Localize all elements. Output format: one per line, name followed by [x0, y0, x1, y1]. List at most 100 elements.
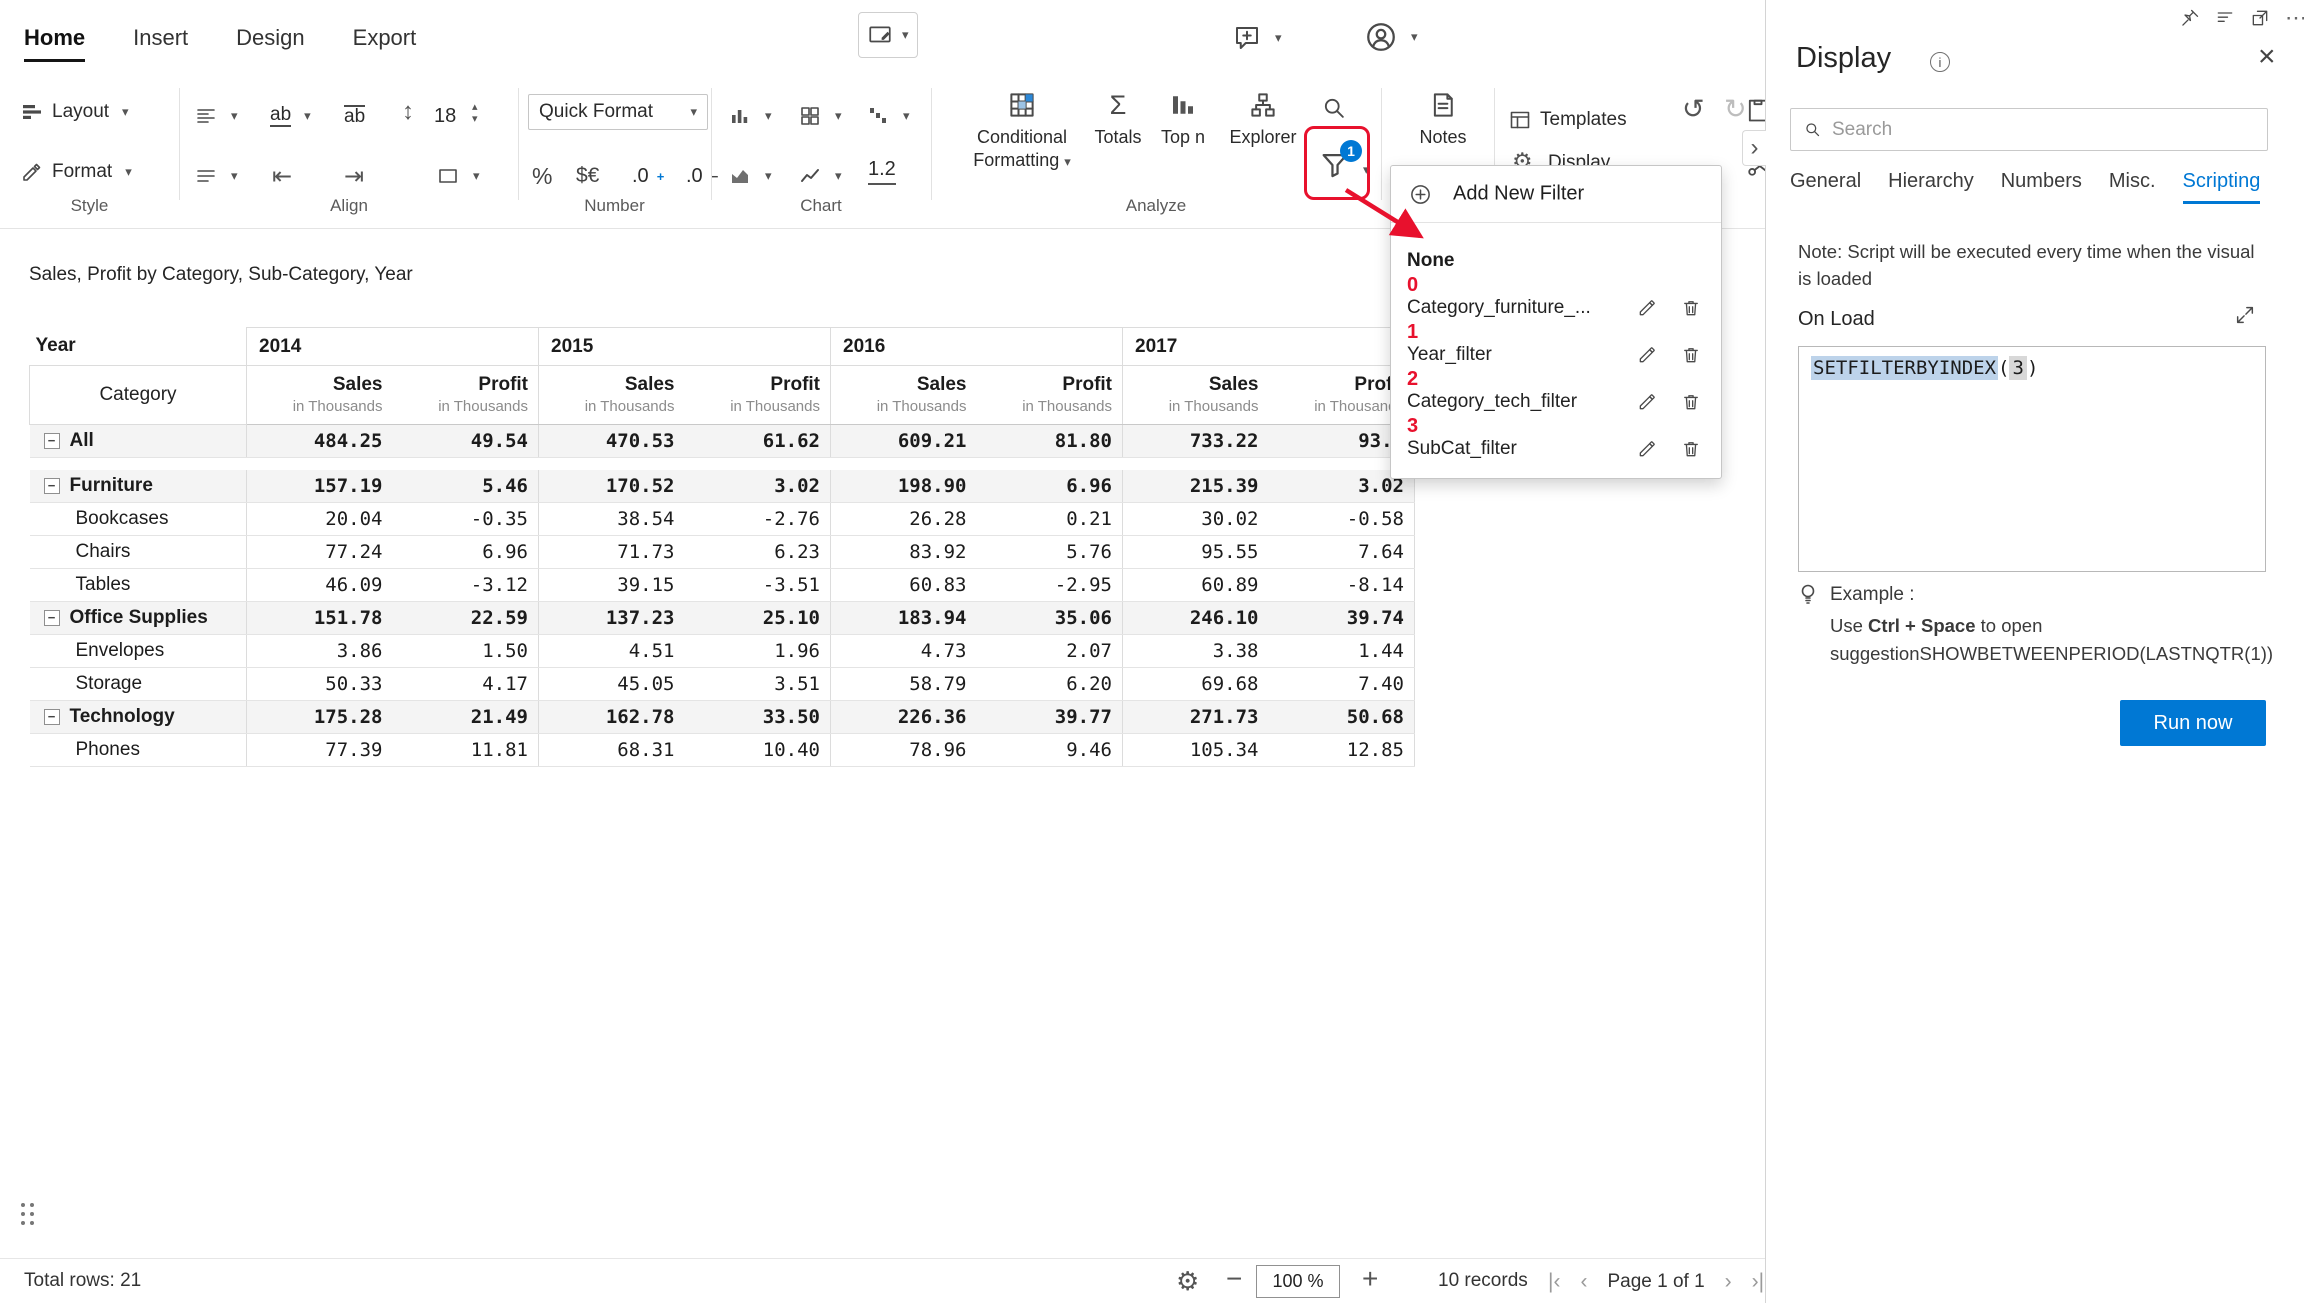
close-icon[interactable]: ×: [2258, 42, 2276, 72]
first-page-icon[interactable]: |‹: [1548, 1270, 1560, 1294]
delete-icon[interactable]: [1681, 439, 1701, 459]
border-box-icon: [436, 164, 460, 188]
decimal-places-button[interactable]: 1.2: [868, 158, 896, 185]
align-group-label: Align: [180, 196, 518, 220]
tab-insert[interactable]: Insert: [133, 25, 188, 62]
comments-button[interactable]: ▾: [1232, 16, 1282, 60]
edit-icon[interactable]: [1637, 392, 1657, 412]
line-chart-button[interactable]: ▾: [798, 156, 842, 196]
quick-format-dropdown[interactable]: Quick Format ▾: [528, 94, 708, 130]
decrease-indent-button[interactable]: ⇤: [272, 156, 292, 196]
table-row[interactable]: Bookcases20.04-0.3538.54-2.7626.280.2130…: [30, 503, 1415, 536]
info-icon[interactable]: i: [1930, 52, 1950, 72]
undo-button[interactable]: ↺: [1682, 94, 1705, 125]
panel-tab-general[interactable]: General: [1790, 170, 1861, 204]
increase-indent-button[interactable]: ⇥: [344, 156, 364, 196]
table-row[interactable]: Chairs77.246.9671.736.2383.925.7695.557.…: [30, 536, 1415, 569]
area-chart-button[interactable]: ▾: [728, 156, 772, 196]
filter-item[interactable]: SubCat_filter: [1391, 437, 1723, 461]
value-cell: 4.73: [831, 635, 977, 668]
value-cell: 60.89: [1123, 569, 1269, 602]
table-row[interactable]: −All484.2549.54470.5361.62609.2181.80733…: [30, 425, 1415, 458]
edit-icon[interactable]: [1637, 439, 1657, 459]
tab-design[interactable]: Design: [236, 25, 304, 62]
value-cell: 151.78: [247, 602, 393, 635]
notes-button[interactable]: Notes: [1408, 90, 1478, 148]
last-page-icon[interactable]: ›|: [1752, 1270, 1764, 1294]
run-now-button[interactable]: Run now: [2120, 700, 2266, 746]
edit-icon[interactable]: [1637, 345, 1657, 365]
zoom-level-input[interactable]: 100 %: [1256, 1265, 1340, 1298]
layout-button[interactable]: Layout ▾: [20, 92, 129, 132]
panel-tab-hierarchy[interactable]: Hierarchy: [1888, 170, 1974, 204]
panel-collapse-button[interactable]: ›: [1742, 130, 1766, 166]
collapse-toggle-icon[interactable]: −: [44, 478, 60, 494]
totals-button[interactable]: Σ Totals: [1088, 90, 1148, 148]
text-align-button[interactable]: ▾: [194, 96, 238, 136]
collapse-toggle-icon[interactable]: −: [44, 433, 60, 449]
step-down-icon[interactable]: ▾: [472, 114, 478, 124]
percent-format-button[interactable]: %: [532, 156, 552, 196]
panel-tab-scripting[interactable]: Scripting: [2183, 170, 2261, 204]
explorer-button[interactable]: Explorer: [1218, 90, 1308, 148]
account-button[interactable]: ▾: [1364, 14, 1418, 60]
edit-icon[interactable]: [1637, 298, 1657, 318]
format-button[interactable]: Format ▾: [20, 152, 132, 192]
table-row[interactable]: Storage50.334.1745.053.5158.796.2069.687…: [30, 668, 1415, 701]
filter-list-icon[interactable]: [2215, 8, 2235, 28]
decrease-decimals-button[interactable]: .0−: [686, 156, 718, 196]
table-row[interactable]: Phones77.3911.8168.3110.4078.969.46105.3…: [30, 734, 1415, 767]
row-label: Technology: [70, 706, 175, 727]
filter-item[interactable]: Category_tech_filter: [1391, 390, 1723, 414]
vertical-align-button[interactable]: ▾: [194, 156, 238, 196]
matrix-chart-button[interactable]: ▾: [798, 96, 842, 136]
script-editor[interactable]: SETFILTERBYINDEX(3): [1798, 346, 2266, 572]
zoom-button[interactable]: [1320, 94, 1348, 127]
edit-mode-toggle[interactable]: ▾: [858, 12, 918, 58]
zoom-in-button[interactable]: +: [1362, 1263, 1378, 1295]
expand-icon[interactable]: [2234, 304, 2256, 331]
delete-icon[interactable]: [1681, 298, 1701, 318]
filter-item[interactable]: Category_furniture_...: [1391, 296, 1723, 320]
clipped-toolbar-icon[interactable]: [1744, 96, 1765, 129]
templates-button[interactable]: Templates: [1508, 100, 1627, 140]
settings-gear-icon[interactable]: ⚙: [1176, 1266, 1199, 1297]
increase-decimals-button[interactable]: .0+: [632, 156, 664, 196]
value-cell: 3.02: [685, 470, 831, 503]
more-options-icon[interactable]: ⋯: [2285, 10, 2304, 26]
delete-icon[interactable]: [1681, 392, 1701, 412]
table-row[interactable]: −Technology175.2821.49162.7833.50226.363…: [30, 701, 1415, 734]
panel-tab-numbers[interactable]: Numbers: [2001, 170, 2082, 204]
collapse-toggle-icon[interactable]: −: [44, 709, 60, 725]
table-row[interactable]: −Furniture157.195.46170.523.02198.906.96…: [30, 470, 1415, 503]
tab-home[interactable]: Home: [24, 25, 85, 62]
popout-icon[interactable]: [2250, 8, 2270, 28]
table-row[interactable]: −Office Supplies151.7822.59137.2325.1018…: [30, 602, 1415, 635]
collapse-toggle-icon[interactable]: −: [44, 610, 60, 626]
filter-item[interactable]: Year_filter: [1391, 343, 1723, 367]
column-chart-button[interactable]: ▾: [728, 96, 772, 136]
prev-page-icon[interactable]: ‹: [1580, 1270, 1587, 1294]
currency-format-button[interactable]: $€: [576, 156, 599, 196]
table-row[interactable]: Envelopes3.861.504.511.964.732.073.381.4…: [30, 635, 1415, 668]
drag-handle[interactable]: [14, 1200, 42, 1228]
delete-icon[interactable]: [1681, 345, 1701, 365]
top-n-button[interactable]: Top n: [1152, 90, 1214, 148]
search-input[interactable]: [1832, 119, 2255, 141]
zoom-out-button[interactable]: −: [1226, 1263, 1242, 1295]
next-page-icon[interactable]: ›: [1725, 1270, 1732, 1294]
borders-button[interactable]: ▾: [436, 156, 480, 196]
step-up-icon[interactable]: ▴: [472, 102, 478, 112]
pin-icon[interactable]: [2180, 8, 2200, 28]
underline-style-button[interactable]: ab ▾: [270, 96, 311, 136]
overline-style-button[interactable]: ab: [344, 96, 365, 136]
font-size-value[interactable]: 18: [434, 96, 456, 136]
waterfall-chart-button[interactable]: ▾: [866, 96, 910, 136]
value-cell: 58.79: [831, 668, 977, 701]
font-size-stepper[interactable]: ▴ ▾: [472, 102, 478, 124]
ab-overline-icon: ab: [344, 105, 365, 128]
table-row[interactable]: Tables46.09-3.1239.15-3.5160.83-2.9560.8…: [30, 569, 1415, 602]
tab-export[interactable]: Export: [353, 25, 417, 62]
panel-tab-misc[interactable]: Misc.: [2109, 170, 2156, 204]
conditional-formatting-button[interactable]: Conditional Formatting▾: [948, 90, 1096, 173]
